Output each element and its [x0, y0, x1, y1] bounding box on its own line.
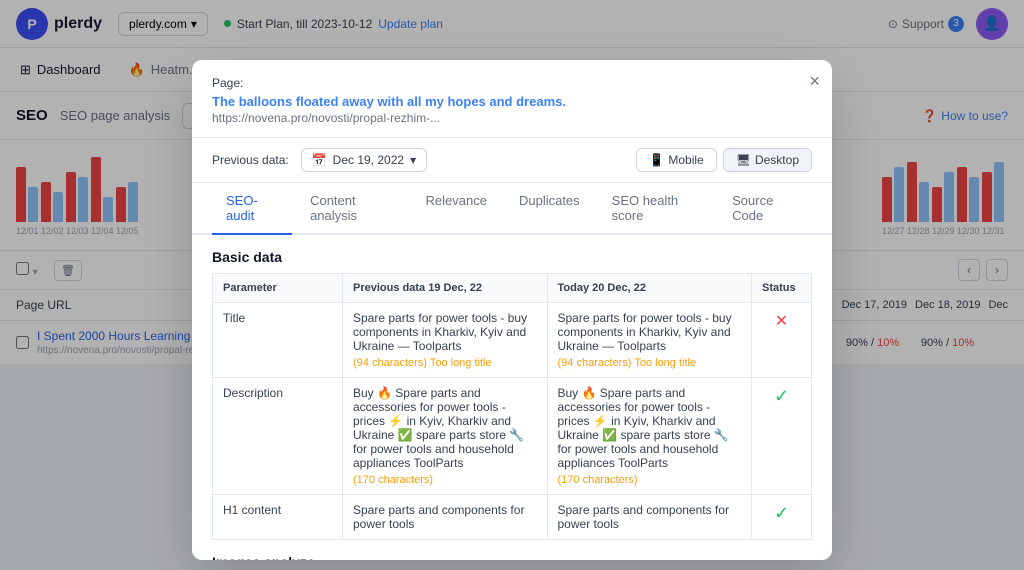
tab-seo-health-score[interactable]: SEO health score [598, 183, 714, 235]
tab-relevance[interactable]: Relevance [412, 183, 501, 235]
today-cell: Buy 🔥 Spare parts and accessories for po… [547, 378, 752, 495]
today-cell: Spare parts for power tools - buy compon… [547, 303, 752, 378]
seo-audit-modal: Page: The balloons floated away with all… [192, 60, 832, 560]
chevron-down-icon: ▾ [410, 153, 416, 167]
param-cell: Title [213, 303, 343, 378]
tab-seo-audit[interactable]: SEO-audit [212, 183, 292, 235]
tab-content-analysis[interactable]: Content analysis [296, 183, 407, 235]
modal-headline: The balloons floated away with all my ho… [212, 94, 812, 109]
modal-overlay[interactable]: Page: The balloons floated away with all… [0, 0, 1024, 570]
desktop-icon: 🖥 [736, 153, 751, 167]
param-cell: H1 content [213, 495, 343, 540]
seo-data-table: Parameter Previous data 19 Dec, 22 Today… [212, 273, 812, 540]
previous-data-cell: Spare parts and components for power too… [343, 495, 548, 540]
table-row: Description Buy 🔥 Spare parts and access… [213, 378, 812, 495]
desktop-button[interactable]: 🖥 Desktop [723, 148, 812, 172]
mobile-button[interactable]: 📱 Mobile [636, 148, 716, 172]
col-parameter: Parameter [213, 274, 343, 303]
table-row: H1 content Spare parts and components fo… [213, 495, 812, 540]
error-icon: ✕ [775, 313, 788, 330]
status-cell: ✓ [752, 495, 812, 540]
status-cell: ✓ [752, 378, 812, 495]
calendar-icon: 📅 [312, 153, 327, 167]
previous-data-cell: Buy 🔥 Spare parts and accessories for po… [343, 378, 548, 495]
today-cell: Spare parts and components for power too… [547, 495, 752, 540]
col-status: Status [752, 274, 812, 303]
status-cell: ✕ [752, 303, 812, 378]
param-cell: Description [213, 378, 343, 495]
tab-duplicates[interactable]: Duplicates [505, 183, 594, 235]
check-icon: ✓ [774, 386, 789, 406]
col-previous-data: Previous data 19 Dec, 22 [343, 274, 548, 303]
tab-source-code[interactable]: Source Code [718, 183, 812, 235]
basic-data-title: Basic data [212, 235, 812, 273]
previous-data-label: Previous data: [212, 153, 289, 167]
page-label-row: Page: [212, 76, 812, 90]
check-icon: ✓ [774, 503, 789, 523]
images-analyze-title: Images analyze [212, 540, 812, 560]
table-row: Title Spare parts for power tools - buy … [213, 303, 812, 378]
modal-header: Page: The balloons floated away with all… [192, 60, 832, 138]
previous-data-cell: Spare parts for power tools - buy compon… [343, 303, 548, 378]
device-buttons: 📱 Mobile 🖥 Desktop [636, 148, 812, 172]
mobile-icon: 📱 [649, 153, 664, 167]
modal-controls: Previous data: 📅 Dec 19, 2022 ▾ 📱 Mobile… [192, 138, 832, 183]
modal-url: https://novena.pro/novosti/propal-rezhim… [212, 111, 812, 125]
modal-content: Basic data Parameter Previous data 19 De… [192, 235, 832, 560]
close-button[interactable]: × [809, 72, 820, 90]
date-picker[interactable]: 📅 Dec 19, 2022 ▾ [301, 148, 427, 172]
modal-tabs: SEO-auditContent analysisRelevanceDuplic… [192, 183, 832, 235]
page-label: Page: [212, 76, 243, 90]
col-today: Today 20 Dec, 22 [547, 274, 752, 303]
